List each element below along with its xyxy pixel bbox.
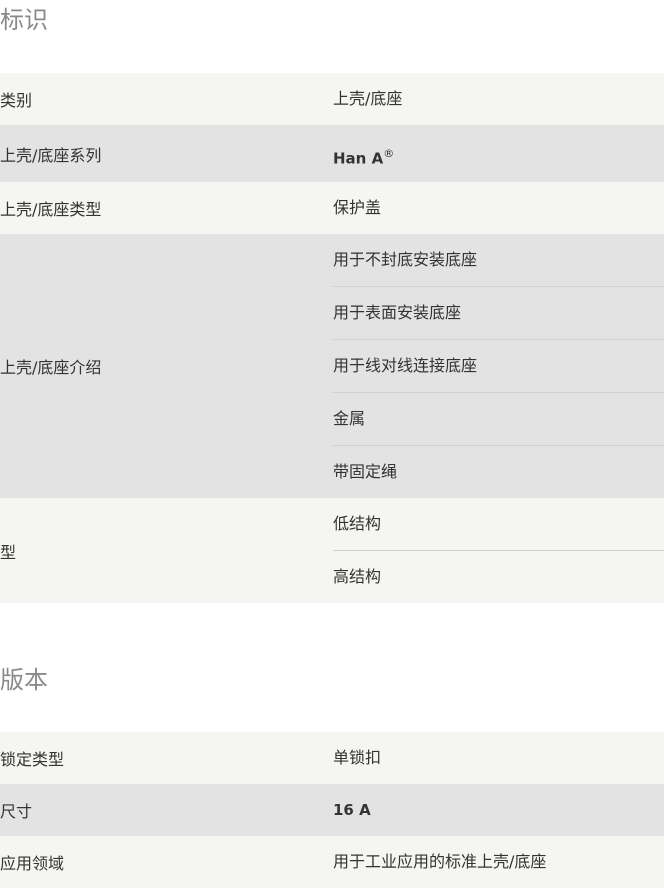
registered-mark: ® [383,147,395,160]
table-row: 上壳/底座介绍 用于不封底安装底座 用于表面安装底座 用于线对线连接底座 金属 … [0,234,664,498]
row-label: 上壳/底座类型 [0,200,102,219]
value-text: 用于线对线连接底座 [333,340,664,393]
row-value: 用于工业应用的标准上壳/底座 [333,836,664,888]
size-value: 16 A [333,801,371,819]
value-text: 保护盖 [333,198,382,217]
table-row: 尺寸 16 A [0,784,664,836]
value-text: 高结构 [333,567,382,586]
value-text: 用于不封底安装底座 [333,234,664,287]
row-value: 保护盖 [333,182,664,234]
specs-table-version: 锁定类型 单锁扣 尺寸 16 A 应用领域 用于工业应用的标准上壳/底座 [0,732,664,888]
value-text: 上壳/底座 [333,89,403,108]
row-value-list: 用于不封底安装底座 用于表面安装底座 用于线对线连接底座 金属 带固定绳 [333,234,664,498]
value-text: 用于表面安装底座 [333,287,664,340]
row-label: 型 [0,542,17,562]
table-row: 应用领域 用于工业应用的标准上壳/底座 [0,836,664,888]
value-text: Han A® [333,125,664,182]
value-text: 金属 [333,393,664,446]
row-value: Han A® [333,125,664,182]
value-text: 带固定绳 [333,462,398,481]
row-value: 单锁扣 [333,732,664,784]
row-label: 上壳/底座介绍 [0,358,102,377]
row-value: 16 A [333,784,664,836]
section-title-identification: 标识 [0,6,48,34]
row-value-list: 低结构 高结构 [333,498,664,603]
value-text: 用于工业应用的标准上壳/底座 [333,852,547,871]
table-row: 上壳/底座类型 保护盖 [0,182,664,234]
specs-table-identification: 类别 上壳/底座 上壳/底座系列 Han A® 上壳/底座类型 保护盖 上壳/底… [0,73,664,603]
row-value: 上壳/底座 [333,73,664,125]
row-label: 类别 [0,91,33,110]
row-label: 锁定类型 [0,750,65,769]
table-row: 类别 上壳/底座 [0,73,664,125]
section-title-version: 版本 [0,666,48,694]
table-row: 锁定类型 单锁扣 [0,732,664,784]
table-row: 型 低结构 高结构 [0,498,664,603]
table-row: 上壳/底座系列 Han A® [0,125,664,182]
row-label: 应用领域 [0,854,65,873]
value-text: 低结构 [333,498,664,551]
row-label: 上壳/底座系列 [0,145,102,165]
row-label: 尺寸 [0,802,33,821]
series-name: Han A [333,149,384,168]
value-text: 单锁扣 [333,748,382,767]
value-text: 16 A [333,784,664,836]
